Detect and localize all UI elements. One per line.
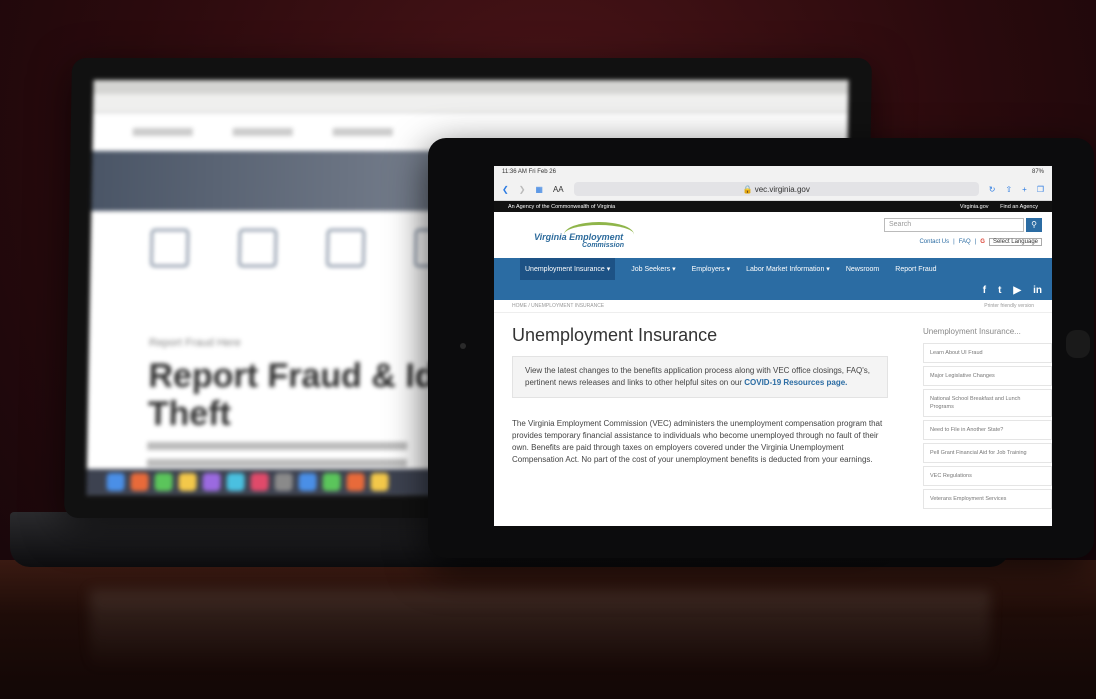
sidebar-title: Unemployment Insurance... xyxy=(922,327,1021,336)
facebook-icon[interactable]: f xyxy=(983,285,986,296)
page-title: Unemployment Insurance xyxy=(512,325,718,345)
linkedin-icon[interactable]: in xyxy=(1033,285,1042,296)
share-icon[interactable]: ⇧ xyxy=(1005,185,1012,194)
shuffle-icon xyxy=(326,229,366,267)
home-button[interactable] xyxy=(1066,330,1090,358)
site-header: Virginia Employment Commission Search ⚲ … xyxy=(494,212,1052,258)
tabs-icon[interactable]: ❐ xyxy=(1037,185,1044,194)
logo-line1: Virginia Employment xyxy=(534,232,624,242)
sidebar-item-file-another-state[interactable]: Need to File in Another State? xyxy=(922,420,1052,440)
search-input[interactable]: Search xyxy=(884,218,1024,232)
social-bar: f t ▶ in xyxy=(494,280,1052,300)
logo-line2: Commission xyxy=(582,242,625,249)
browser-toolbar: ❮ ❯ ▦ AA 🔒 vec.virginia.gov ↻ ⇧ + ❐ xyxy=(494,178,1052,201)
sidebar-item-legislative-changes[interactable]: Major Legislative Changes xyxy=(922,366,1052,386)
battery-indicator: 87% xyxy=(1031,169,1044,175)
back-icon[interactable]: ❮ xyxy=(502,185,509,194)
faq-link[interactable]: FAQ xyxy=(959,239,971,245)
printer-friendly-link[interactable]: Printer friendly version xyxy=(984,303,1034,309)
laptop-url-bar xyxy=(93,94,849,113)
url-bar[interactable]: 🔒 vec.virginia.gov xyxy=(573,182,979,196)
sidebar-item-veterans-services[interactable]: Veterans Employment Services xyxy=(922,489,1052,509)
document-icon xyxy=(150,229,190,267)
twitter-icon[interactable]: t xyxy=(998,285,1001,296)
status-bar: 11:36 AM Fri Feb 26 87% xyxy=(494,166,1052,178)
vec-logo[interactable]: Virginia Employment Commission xyxy=(534,222,654,254)
sidebar-item-pell-grant[interactable]: Pell Grant Financial Aid for Job Trainin… xyxy=(922,443,1052,463)
covid-notice: View the latest changes to the benefits … xyxy=(512,356,888,398)
sidebar-item-school-breakfast[interactable]: National School Breakfast and Lunch Prog… xyxy=(922,389,1052,417)
nav-newsroom[interactable]: Newsroom xyxy=(846,266,879,273)
main-area: Unemployment Insurance View the latest c… xyxy=(494,313,1052,512)
tablet: 11:36 AM Fri Feb 26 87% ❮ ❯ ▦ AA 🔒 vec.v… xyxy=(428,138,1094,558)
breadcrumb-row: HOME / UNEMPLOYMENT INSURANCE Printer fr… xyxy=(494,300,1052,313)
main-nav: Unemployment Insurance ▾ Job Seekers ▾ E… xyxy=(494,258,1052,280)
language-select[interactable]: Select Language xyxy=(988,238,1042,246)
calendar-icon xyxy=(238,229,278,267)
covid-resources-link[interactable]: COVID-19 Resources page. xyxy=(744,378,847,387)
nav-employers[interactable]: Employers ▾ xyxy=(692,265,731,273)
tablet-screen: 11:36 AM Fri Feb 26 87% ❮ ❯ ▦ AA 🔒 vec.v… xyxy=(494,166,1052,526)
reload-icon[interactable]: ↻ xyxy=(989,185,996,194)
nav-job-seekers[interactable]: Job Seekers ▾ xyxy=(631,265,675,273)
url-text: vec.virginia.gov xyxy=(754,184,810,194)
sidebar-item-ui-fraud[interactable]: Learn About UI Fraud xyxy=(922,343,1052,363)
intro-paragraph: The Virginia Employment Commission (VEC)… xyxy=(512,419,883,464)
lock-icon: 🔒 xyxy=(742,184,755,194)
nav-unemployment-insurance[interactable]: Unemployment Insurance ▾ xyxy=(520,258,616,280)
text-size-button[interactable]: AA xyxy=(553,185,564,194)
youtube-icon[interactable]: ▶ xyxy=(1013,285,1021,296)
status-time: 11:36 AM Fri Feb 26 xyxy=(502,169,556,175)
sidebar: Unemployment Insurance... Learn About UI… xyxy=(909,313,1052,512)
nav-report-fraud[interactable]: Report Fraud xyxy=(895,266,936,273)
header-utilities: Contact Us | FAQ | G Select Language xyxy=(919,238,1042,246)
contact-us-link[interactable]: Contact Us xyxy=(919,239,949,245)
search-icon[interactable]: ⚲ xyxy=(1026,218,1042,232)
table-reflection xyxy=(90,590,990,670)
virginia-gov-link[interactable]: Virginia.gov xyxy=(960,204,989,210)
agency-text: An Agency of the Commonwealth of Virgini… xyxy=(508,203,616,210)
nav-labor-market[interactable]: Labor Market Information ▾ xyxy=(746,265,830,273)
gov-links: Virginia.gov Find an Agency xyxy=(950,204,1038,210)
google-icon: G xyxy=(980,239,985,245)
find-agency-link[interactable]: Find an Agency xyxy=(1000,204,1038,210)
sidebar-item-vec-regulations[interactable]: VEC Regulations xyxy=(922,466,1052,486)
laptop-browser-tabs xyxy=(93,80,849,94)
breadcrumb[interactable]: HOME / UNEMPLOYMENT INSURANCE xyxy=(512,303,604,309)
book-icon[interactable]: ▦ xyxy=(535,185,543,194)
main-content: Unemployment Insurance View the latest c… xyxy=(494,313,909,512)
forward-icon[interactable]: ❯ xyxy=(519,185,526,194)
government-banner: An Agency of the Commonwealth of Virgini… xyxy=(494,201,1052,212)
new-tab-icon[interactable]: + xyxy=(1022,185,1027,194)
camera-icon xyxy=(460,343,466,349)
